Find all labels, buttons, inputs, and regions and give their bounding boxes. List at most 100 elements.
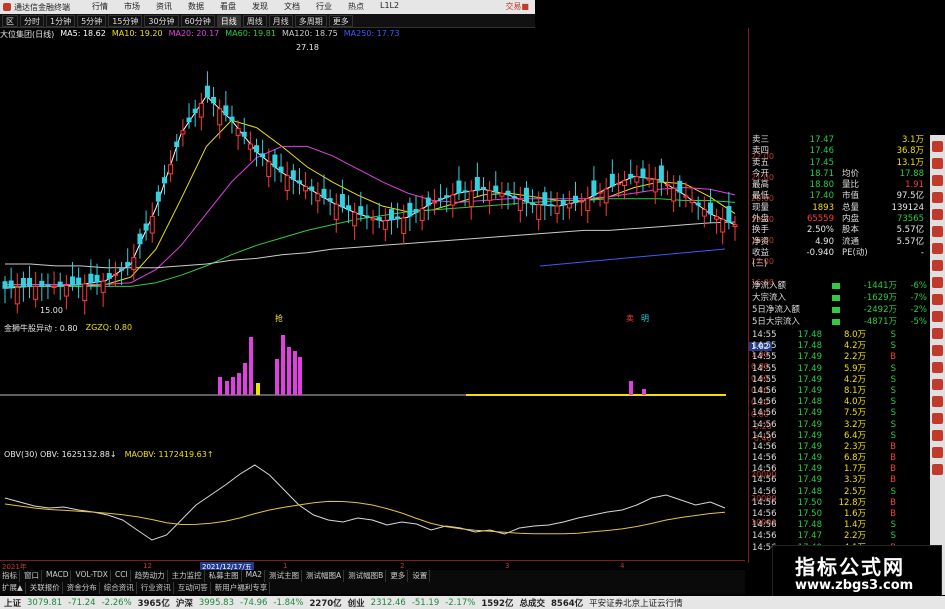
indicator-tab[interactable]: 窗口	[22, 570, 42, 582]
period-tab[interactable]: 月线	[268, 15, 293, 27]
tick-list[interactable]: 14:55 17.48 8.0万 S 14:55 17.48 4.2万 S 14:55 17.49…	[752, 330, 930, 554]
flow-pct: -6%	[910, 281, 927, 291]
tick-price: 17.48	[797, 341, 822, 352]
indicator-tab[interactable]: VOL-TDX	[73, 570, 111, 582]
extension-tab[interactable]: 关联报价	[28, 582, 63, 594]
candle-body	[462, 190, 468, 193]
candle-body	[720, 218, 726, 233]
sidebar-icon[interactable]	[932, 192, 943, 203]
sidebar-icon[interactable]	[932, 277, 943, 288]
indicator-tab[interactable]: 指标	[0, 570, 20, 582]
candle-body	[327, 198, 333, 202]
quote-row: 卖三 17.47 3.1万	[752, 135, 930, 146]
quote-label: 最低	[752, 191, 770, 202]
sub-indicator-1-chart[interactable]	[0, 333, 745, 443]
obv-chart[interactable]	[0, 460, 745, 560]
menu-item[interactable]: 热点	[348, 1, 364, 12]
indicator-tab[interactable]: CCI	[113, 570, 131, 582]
candle-body	[63, 285, 69, 297]
menu-item[interactable]: 市场	[124, 1, 140, 12]
tick-volume: 5.9万	[843, 363, 866, 374]
period-tab[interactable]: 5分钟	[77, 15, 107, 27]
indicator-tab[interactable]: MACD	[44, 570, 72, 582]
title-bar: 通达信金融终端 行情 市场 资讯 数据 看盘 发现 文档 行业 热点 L1L2 …	[0, 0, 535, 14]
indicator-tab[interactable]: 测试主图	[267, 570, 303, 582]
indicator-tab[interactable]: 趋势动力	[133, 570, 168, 582]
tick-time: 14:56	[752, 464, 777, 475]
period-tab[interactable]: 日线	[216, 15, 241, 27]
menu-item[interactable]: 数据	[188, 1, 204, 12]
sidebar-icon[interactable]	[932, 294, 943, 305]
sidebar-icon[interactable]	[932, 447, 943, 458]
sidebar-icon[interactable]	[932, 243, 943, 254]
sidebar-icon[interactable]	[932, 430, 943, 441]
period-tab[interactable]: 60分钟	[180, 15, 215, 27]
candle-body	[487, 190, 493, 201]
extension-tab[interactable]: 扩展▲	[0, 582, 26, 594]
period-tab[interactable]: 更多	[328, 15, 353, 27]
obv-value: OBV(30) OBV: 1625132.88↓	[4, 450, 117, 459]
sidebar-icon[interactable]	[932, 226, 943, 237]
period-tab[interactable]: 1分钟	[46, 15, 76, 27]
sz-index-price: 3995.83	[198, 597, 234, 608]
extension-tab[interactable]: 行业资讯	[139, 582, 174, 594]
cy-index-label[interactable]: 创业	[348, 597, 365, 609]
candle-body	[69, 276, 75, 286]
menu-item[interactable]: L1L2	[380, 1, 399, 12]
menu-item[interactable]: 看盘	[220, 1, 236, 12]
period-tab[interactable]: 区	[2, 15, 18, 27]
indicator-tab[interactable]: 测试幅图A	[304, 570, 345, 582]
tick-time: 14:56	[752, 441, 777, 452]
indicator-tab[interactable]: 测试幅图B	[346, 570, 387, 582]
sidebar-icon[interactable]	[932, 413, 943, 424]
indicator-tab[interactable]: 设置	[410, 570, 431, 582]
flow-row: 5日净流入额 -2492万 -2%	[752, 304, 930, 316]
sidebar-icon[interactable]	[932, 141, 943, 152]
sh-index-label[interactable]: 上证	[4, 597, 21, 609]
sidebar-icon[interactable]	[932, 311, 943, 322]
quote-label-2: 均价	[842, 168, 860, 179]
period-tab[interactable]: 分时	[20, 15, 44, 27]
trade-button[interactable]: 交易■	[505, 1, 529, 12]
menu-item[interactable]: 文档	[284, 1, 300, 12]
quote-row: 最低 17.40 市值 97.5亿	[752, 191, 930, 202]
sidebar-icon[interactable]	[932, 260, 943, 271]
extension-tab[interactable]: 互动问答	[176, 582, 211, 594]
period-tab[interactable]: 30分钟	[144, 15, 179, 27]
sz-index-label[interactable]: 沪深	[176, 597, 193, 609]
sidebar-icon[interactable]	[932, 175, 943, 186]
period-tab[interactable]: 周线	[242, 15, 267, 27]
sidebar-icon[interactable]	[932, 464, 943, 475]
indicator-tab[interactable]: 更多	[388, 570, 409, 582]
quote-value: 65559	[806, 214, 834, 225]
tick-price: 17.47	[797, 531, 822, 542]
indicator-tab[interactable]: MA2	[244, 570, 266, 582]
tick-time: 14:56	[752, 419, 777, 430]
main-kline-chart[interactable]	[0, 40, 745, 320]
main-menu: 行情 市场 资讯 数据 看盘 发现 文档 行业 热点 L1L2	[92, 1, 399, 12]
sidebar-icon[interactable]	[932, 158, 943, 169]
tick-price: 17.50	[797, 497, 822, 508]
candle-body	[530, 202, 536, 205]
indicator-tab[interactable]: 主力监控	[170, 570, 205, 582]
sidebar-icon[interactable]	[932, 345, 943, 356]
period-tab[interactable]: 15分钟	[108, 15, 143, 27]
quote-value: 17.47	[809, 135, 834, 145]
quote-label: 卖四	[752, 146, 770, 157]
sidebar-icon[interactable]	[932, 379, 943, 390]
menu-item[interactable]: 行业	[316, 1, 332, 12]
extension-tab[interactable]: 综合资讯	[102, 582, 137, 594]
sidebar-icon[interactable]	[932, 362, 943, 373]
menu-item[interactable]: 行情	[92, 1, 108, 12]
extension-tab[interactable]: 资金分布	[65, 582, 100, 594]
indicator-tab[interactable]: 私募主图	[207, 570, 242, 582]
sidebar-icon[interactable]	[932, 209, 943, 220]
candle-body	[658, 165, 664, 182]
extension-tab[interactable]: 新用户福利专享	[213, 582, 271, 594]
sidebar-icon[interactable]	[932, 328, 943, 339]
menu-item[interactable]: 发现	[252, 1, 268, 12]
menu-item[interactable]: 资讯	[156, 1, 172, 12]
period-tab[interactable]: 多周期	[294, 15, 327, 27]
flow-row: 5日大宗流入 -4871万 -5%	[752, 316, 930, 328]
sidebar-icon[interactable]	[932, 396, 943, 407]
